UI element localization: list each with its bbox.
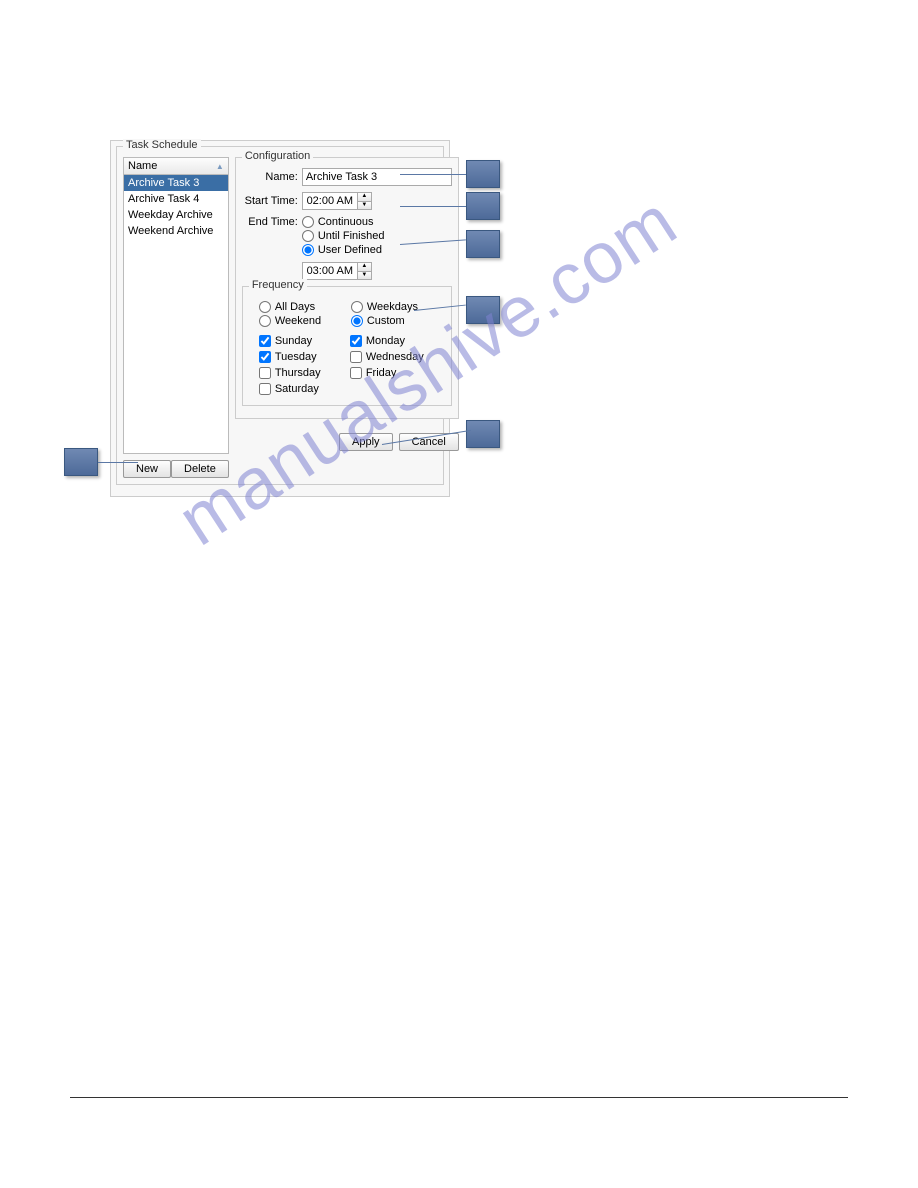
day-checkbox-thursday[interactable]: Thursday: [259, 367, 344, 379]
sort-asc-icon: ▲: [216, 162, 224, 171]
task-list-pane: Name ▲ Archive Task 3Archive Task 4Weekd…: [123, 157, 229, 478]
list-item[interactable]: Weekend Archive: [124, 223, 228, 239]
end-until-finished-label: Until Finished: [318, 230, 385, 242]
end-time-label: End Time:: [242, 216, 298, 228]
configuration-group: Configuration Name: Start Time: ▲ ▼: [235, 157, 459, 419]
end-user-defined-label: User Defined: [318, 244, 382, 256]
start-time-input[interactable]: [303, 193, 357, 209]
list-header-label: Name: [128, 160, 157, 172]
list-item[interactable]: Archive Task 3: [124, 175, 228, 191]
end-time-input[interactable]: [303, 263, 357, 279]
freq-all-days-radio[interactable]: All Days: [259, 301, 343, 313]
name-label: Name:: [242, 171, 298, 183]
start-time-spinner[interactable]: ▲ ▼: [302, 192, 372, 210]
day-checkbox-wednesday[interactable]: Wednesday: [350, 351, 435, 363]
day-checkbox-tuesday[interactable]: Tuesday: [259, 351, 344, 363]
day-label: Saturday: [275, 383, 319, 395]
list-item[interactable]: Archive Task 4: [124, 191, 228, 207]
end-time-options: Continuous Until Finished User Defined: [302, 216, 385, 256]
day-checkbox-sunday[interactable]: Sunday: [259, 335, 344, 347]
freq-weekend-radio[interactable]: Weekend: [259, 315, 343, 327]
callout-line: [98, 462, 138, 463]
freq-custom-radio[interactable]: Custom: [351, 315, 435, 327]
day-label: Sunday: [275, 335, 312, 347]
callout-box: [466, 230, 500, 258]
day-checkbox-monday[interactable]: Monday: [350, 335, 435, 347]
list-header[interactable]: Name ▲: [123, 157, 229, 174]
freq-weekend-label: Weekend: [275, 315, 321, 327]
end-until-finished-radio[interactable]: Until Finished: [302, 230, 385, 242]
days-grid: Sunday Monday Tuesday Wednesday Thursday Frid…: [259, 335, 435, 395]
callout-box: [466, 420, 500, 448]
configuration-title: Configuration: [242, 150, 313, 162]
list-item[interactable]: Weekday Archive: [124, 207, 228, 223]
start-time-label: Start Time:: [242, 195, 298, 207]
task-listbox[interactable]: Archive Task 3Archive Task 4Weekday Arch…: [123, 174, 229, 454]
freq-custom-label: Custom: [367, 315, 405, 327]
day-label: Tuesday: [275, 351, 317, 363]
callout-box: [466, 192, 500, 220]
day-label: Wednesday: [366, 351, 424, 363]
day-label: Monday: [366, 335, 405, 347]
footer-divider: [70, 1097, 848, 1098]
callout-line: [400, 206, 466, 207]
delete-button[interactable]: Delete: [171, 460, 229, 478]
freq-weekdays-label: Weekdays: [367, 301, 418, 313]
end-time-spinner[interactable]: ▲ ▼: [302, 262, 372, 280]
callout-box: [466, 160, 500, 188]
day-checkbox-friday[interactable]: Friday: [350, 367, 435, 379]
end-user-defined-radio[interactable]: User Defined: [302, 244, 385, 256]
end-continuous-radio[interactable]: Continuous: [302, 216, 385, 228]
end-time-up-icon[interactable]: ▲: [357, 263, 371, 272]
start-time-down-icon[interactable]: ▼: [357, 202, 371, 210]
day-label: Friday: [366, 367, 397, 379]
end-continuous-label: Continuous: [318, 216, 374, 228]
task-schedule-group: Task Schedule Name ▲ Archive Task 3Archi…: [116, 146, 444, 485]
callout-box: [466, 296, 500, 324]
start-time-up-icon[interactable]: ▲: [357, 193, 371, 202]
task-schedule-title: Task Schedule: [123, 139, 201, 151]
apply-button[interactable]: Apply: [339, 433, 393, 451]
name-input[interactable]: [302, 168, 452, 186]
callout-box: [64, 448, 98, 476]
callout-line: [400, 174, 466, 175]
freq-all-days-label: All Days: [275, 301, 315, 313]
frequency-group: Frequency All Days Weekdays: [242, 286, 452, 406]
freq-weekdays-radio[interactable]: Weekdays: [351, 301, 435, 313]
task-schedule-panel: Task Schedule Name ▲ Archive Task 3Archi…: [110, 140, 450, 497]
end-time-down-icon[interactable]: ▼: [357, 272, 371, 280]
day-checkbox-saturday[interactable]: Saturday: [259, 383, 344, 395]
config-pane: Configuration Name: Start Time: ▲ ▼: [235, 157, 459, 451]
day-label: Thursday: [275, 367, 321, 379]
frequency-title: Frequency: [249, 279, 307, 291]
